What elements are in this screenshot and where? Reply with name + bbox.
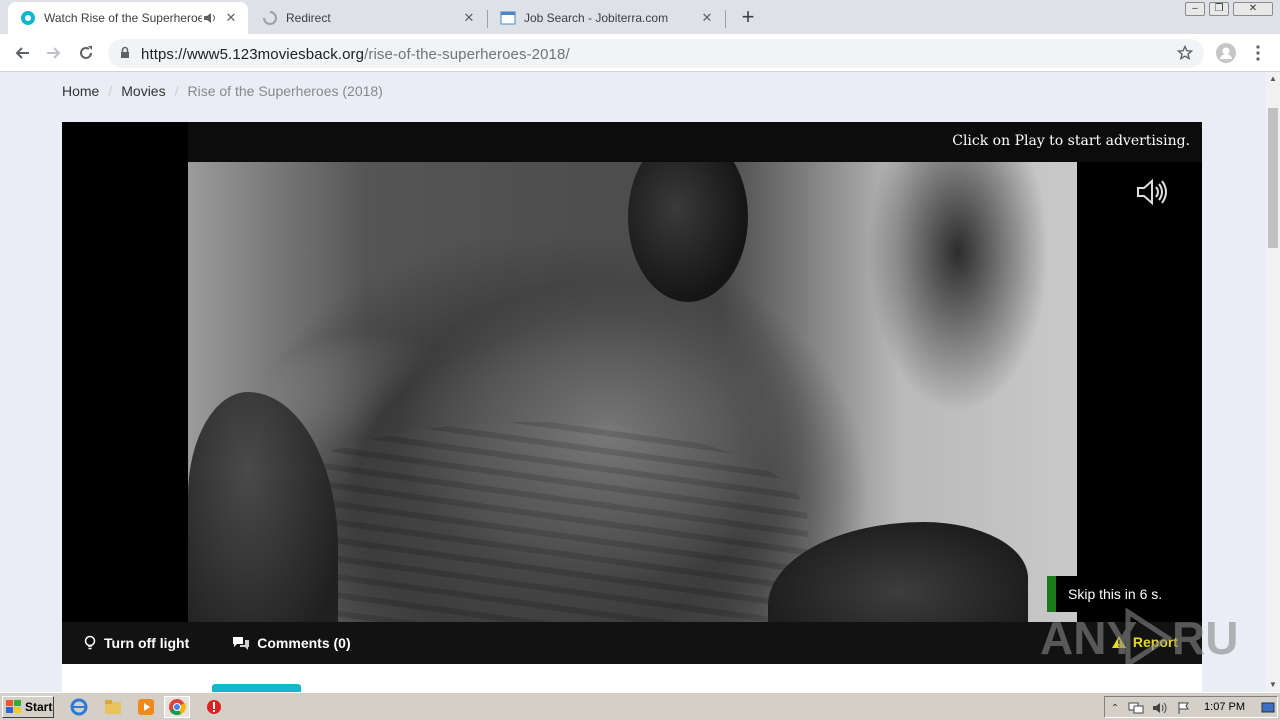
audio-playing-icon[interactable]	[202, 10, 218, 26]
video-content-head	[628, 162, 748, 302]
close-tab-icon[interactable]: ✕	[460, 9, 478, 27]
scroll-down-arrow-icon[interactable]: ▼	[1266, 678, 1280, 692]
svg-text:RUN: RUN	[1172, 612, 1240, 664]
site-favicon-icon	[20, 10, 36, 26]
breadcrumb-current: Rise of the Superheroes (2018)	[187, 83, 383, 99]
skip-text: Skip this in 6 s.	[1068, 586, 1163, 602]
forward-button[interactable]	[42, 41, 66, 65]
reload-button[interactable]	[74, 41, 98, 65]
network-icon[interactable]	[1127, 699, 1145, 717]
server-tab-button[interactable]	[212, 684, 301, 692]
url-host: https://www5.123moviesback.org	[141, 46, 365, 63]
new-tab-button[interactable]: +	[736, 6, 760, 30]
media-player-icon[interactable]	[137, 698, 155, 716]
tab-title: Watch Rise of the Superheroes	[44, 11, 202, 25]
scroll-up-arrow-icon[interactable]: ▲	[1266, 72, 1280, 86]
close-tab-icon[interactable]: ✕	[698, 9, 716, 27]
scrollbar-thumb[interactable]	[1268, 108, 1278, 248]
breadcrumb-movies-link[interactable]: Movies	[121, 83, 165, 99]
action-center-flag-icon[interactable]	[1175, 699, 1193, 717]
internet-explorer-icon[interactable]	[70, 698, 88, 716]
breadcrumb-separator: /	[174, 83, 179, 99]
tab-job-search[interactable]: Job Search - Jobiterra.com ✕	[488, 2, 724, 34]
video-player[interactable]: Click on Play to start advertising. Skip…	[62, 122, 1202, 622]
page-scrollbar[interactable]: ▲ ▼	[1266, 72, 1280, 692]
breadcrumb-separator: /	[108, 83, 113, 99]
show-desktop-icon[interactable]	[1259, 699, 1277, 717]
start-button[interactable]: Start	[2, 696, 54, 718]
anyrun-watermark-logo: ANY RUN	[1040, 604, 1272, 669]
restore-button[interactable]: ❐	[1209, 2, 1229, 16]
menu-kebab-icon[interactable]	[1246, 41, 1270, 65]
volume-speaker-icon[interactable]	[1135, 177, 1169, 207]
taskbar-clock: 1:07 PM	[1204, 701, 1245, 713]
player-controls-bar: Turn off light Comments (0) Report	[62, 622, 1202, 664]
close-window-button[interactable]: ✕	[1233, 2, 1273, 16]
file-explorer-icon[interactable]	[104, 698, 122, 716]
address-bar[interactable]: https://www5.123moviesback.org/rise-of-t…	[108, 39, 1204, 68]
show-hidden-icons-icon[interactable]: ⌃	[1109, 699, 1121, 717]
tab-title: Job Search - Jobiterra.com	[524, 11, 669, 25]
reload-icon	[80, 46, 92, 59]
profile-avatar-icon[interactable]	[1214, 41, 1238, 65]
chrome-taskbar-icon[interactable]	[164, 696, 190, 718]
breadcrumb-home-link[interactable]: Home	[62, 83, 99, 99]
back-arrow-icon	[15, 47, 29, 59]
url-path: /rise-of-the-superheroes-2018/	[364, 46, 570, 63]
comments-label: Comments (0)	[257, 635, 351, 651]
ad-top-bar: Click on Play to start advertising.	[188, 122, 1202, 162]
video-content-arm	[188, 392, 338, 622]
lock-icon[interactable]	[120, 46, 130, 62]
page-favicon-icon	[500, 10, 516, 26]
turn-off-light-label: Turn off light	[104, 635, 190, 651]
browser-toolbar: https://www5.123moviesback.org/rise-of-t…	[0, 34, 1280, 72]
tab-title: Redirect	[286, 11, 331, 25]
web-page: Home / Movies / Rise of the Superheroes …	[0, 72, 1266, 692]
tab-divider	[725, 10, 726, 28]
windows-logo-icon	[6, 700, 22, 714]
svg-text:ANY: ANY	[1040, 612, 1137, 664]
minimize-button[interactable]: –	[1185, 2, 1205, 16]
comments-button[interactable]: Comments (0)	[231, 635, 351, 651]
system-tray: ⌃ 1:07 PM	[1104, 696, 1278, 718]
url-text: https://www5.123moviesback.org/rise-of-t…	[141, 46, 570, 63]
content-area	[62, 664, 1202, 692]
turn-off-light-button[interactable]: Turn off light	[82, 635, 189, 651]
breadcrumb: Home / Movies / Rise of the Superheroes …	[62, 83, 383, 99]
start-label: Start	[25, 700, 53, 714]
volume-tray-icon[interactable]	[1151, 699, 1169, 717]
comments-icon	[231, 635, 251, 651]
forward-arrow-icon	[47, 47, 61, 59]
back-button[interactable]	[10, 41, 34, 65]
tab-watch-rise[interactable]: Watch Rise of the Superheroes ✕	[8, 2, 248, 34]
security-alert-icon[interactable]	[205, 698, 223, 716]
bookmark-star-icon[interactable]	[1176, 44, 1194, 64]
close-tab-icon[interactable]: ✕	[222, 9, 240, 27]
lightbulb-icon	[82, 635, 98, 651]
windows-taskbar: Start ⌃ 1:07 PM	[0, 692, 1280, 720]
ad-notice-text: Click on Play to start advertising.	[952, 133, 1190, 149]
browser-tab-bar: Watch Rise of the Superheroes ✕ Redirect…	[0, 0, 1280, 34]
tab-redirect[interactable]: Redirect ✕	[250, 2, 486, 34]
loading-spinner-icon	[262, 10, 278, 26]
ad-video-frame[interactable]	[188, 162, 1077, 622]
